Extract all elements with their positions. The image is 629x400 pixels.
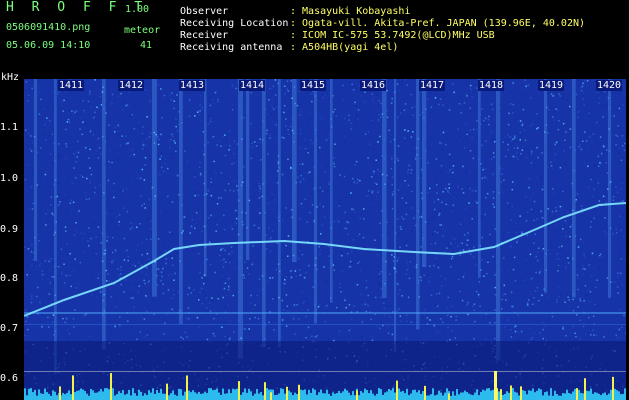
location-label: Receiving Location bbox=[180, 18, 289, 29]
app-version: 1.00 bbox=[125, 4, 150, 15]
y-tick-label: 0.7 bbox=[0, 323, 19, 334]
x-tick-label: 1419 bbox=[538, 80, 565, 91]
antenna-value: : A504HB(yagi 4el) bbox=[290, 42, 399, 53]
meteor-label: meteor bbox=[124, 25, 161, 36]
x-tick-label: 1415 bbox=[300, 80, 327, 91]
filename-label: 0506091410.png bbox=[6, 22, 91, 33]
receiver-value: : ICOM IC-575 53.7492(@LCD)MHz USB bbox=[290, 30, 495, 41]
header-panel: H R O F F T 1.00 0506091410.png 05.06.09… bbox=[0, 0, 629, 70]
datetime-label: 05.06.09 14:10 bbox=[6, 40, 91, 51]
antenna-label: Receiving antenna bbox=[180, 42, 283, 53]
x-tick-label: 1413 bbox=[179, 80, 206, 91]
y-tick-label: 1.1 bbox=[0, 122, 19, 133]
meteor-count: 41 bbox=[140, 40, 153, 51]
x-tick-label: 1411 bbox=[58, 80, 85, 91]
spectrogram-canvas bbox=[24, 79, 626, 400]
x-tick-label: 1414 bbox=[239, 80, 266, 91]
observer-value: : Masayuki Kobayashi bbox=[290, 6, 411, 17]
y-tick-label: 1.0 bbox=[0, 173, 19, 184]
y-tick-label: 0.8 bbox=[0, 273, 19, 284]
x-tick-label: 1417 bbox=[419, 80, 446, 91]
x-tick-label: 1412 bbox=[118, 80, 145, 91]
observer-label: Observer bbox=[180, 6, 229, 17]
location-value: : Ogata-vill. Akita-Pref. JAPAN (139.96E… bbox=[290, 18, 586, 29]
x-tick-label: 1416 bbox=[360, 80, 387, 91]
x-tick-label: 1420 bbox=[596, 80, 623, 91]
y-tick-label: 0.9 bbox=[0, 224, 19, 235]
y-axis-unit: kHz bbox=[1, 72, 20, 83]
spectrogram-plot bbox=[24, 79, 626, 400]
receiver-label: Receiver bbox=[180, 30, 229, 41]
x-tick-label: 1418 bbox=[478, 80, 505, 91]
y-tick-label: 0.6 bbox=[0, 373, 19, 384]
